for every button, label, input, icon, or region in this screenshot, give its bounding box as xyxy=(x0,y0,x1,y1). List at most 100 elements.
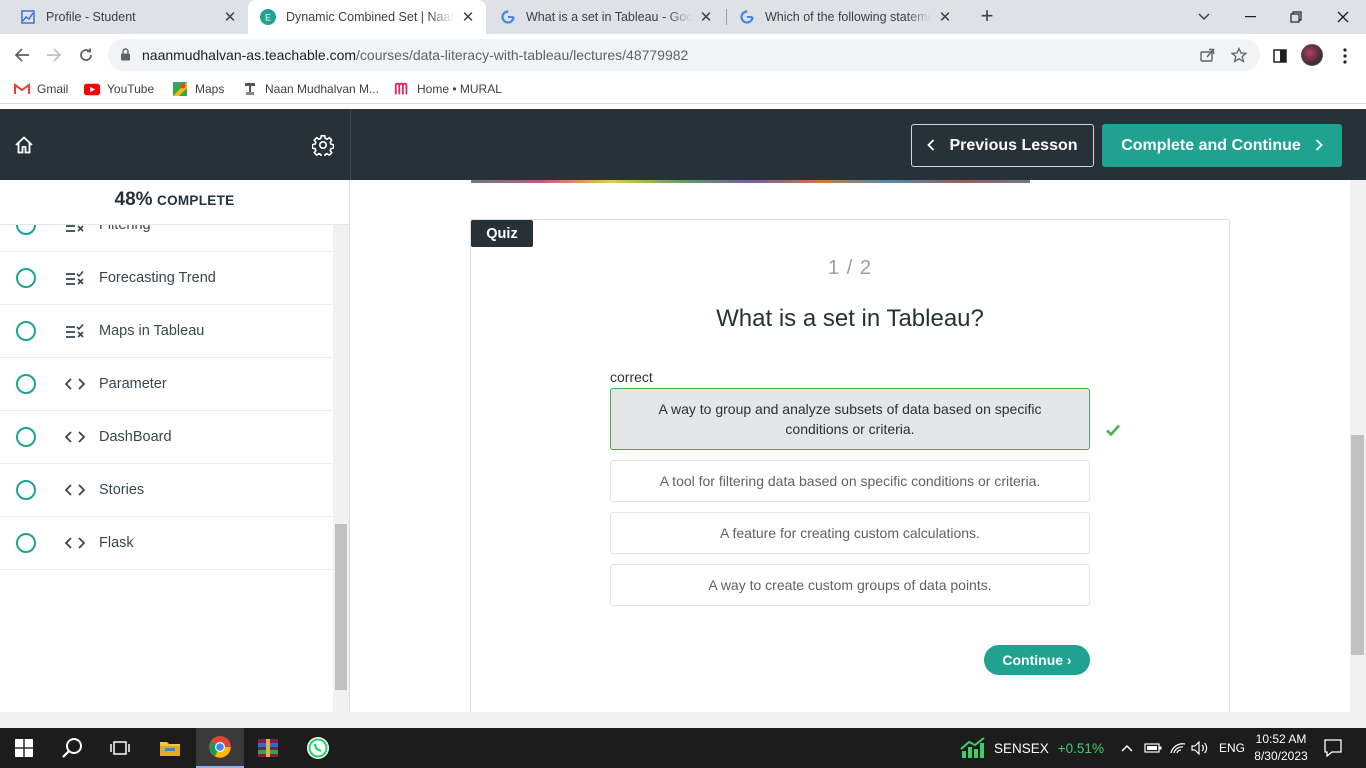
url-host: naanmudhalvan-as.teachable.com xyxy=(142,47,357,63)
whatsapp-icon[interactable] xyxy=(294,728,342,768)
quiz-tag: Quiz xyxy=(471,220,533,247)
answer-option-2[interactable]: A tool for filtering data based on speci… xyxy=(610,460,1090,502)
home-icon[interactable] xyxy=(12,133,36,157)
bookmark-naan-mudhalvan[interactable]: Naan Mudhalvan M... xyxy=(242,82,379,96)
tab-google-search[interactable]: What is a set in Tableau - Google Search… xyxy=(488,0,724,34)
lesson-status-circle-icon xyxy=(16,480,36,500)
lock-icon[interactable] xyxy=(120,48,131,66)
tab-which-statements[interactable]: Which of the following statements ✕ xyxy=(727,0,963,34)
continue-button[interactable]: Continue › xyxy=(984,645,1090,675)
lecture-image-edge xyxy=(471,180,1030,183)
sidebar-scrollbar-thumb[interactable] xyxy=(335,524,347,690)
input-language[interactable]: ENG xyxy=(1219,728,1245,768)
lesson-title: Flask xyxy=(99,535,134,551)
taskbar-clock[interactable]: 10:52 AM 8/30/2023 xyxy=(1248,731,1314,765)
bookmark-mural[interactable]: Home • MURAL xyxy=(394,82,502,96)
course-sidebar: 48% COMPLETE Filtering Forecasting Trend… xyxy=(0,180,350,712)
answer-option-4[interactable]: A way to create custom groups of data po… xyxy=(610,564,1090,606)
bookmarks-bar: Gmail YouTube Maps Naan Mudhalvan M... H… xyxy=(0,76,1366,104)
address-bar[interactable]: naanmudhalvan-as.teachable.com/courses/d… xyxy=(108,39,1260,71)
quiz-list-icon xyxy=(63,268,87,288)
tab-title: What is a set in Tableau - Google Search xyxy=(526,10,692,24)
task-view-icon[interactable] xyxy=(96,728,144,768)
side-panel-icon[interactable] xyxy=(1270,46,1290,66)
google-favicon-icon xyxy=(739,9,755,25)
code-icon xyxy=(63,533,87,553)
complete-and-continue-button[interactable]: Complete and Continue xyxy=(1102,124,1342,167)
horizontal-scrollbar[interactable] xyxy=(0,712,1366,728)
new-tab-button[interactable]: + xyxy=(976,5,998,27)
restore-window-icon[interactable] xyxy=(1273,0,1319,34)
course-progress: 48% COMPLETE xyxy=(0,180,349,225)
chrome-taskbar-icon[interactable] xyxy=(196,728,244,768)
close-tab-icon[interactable]: ✕ xyxy=(698,9,714,26)
code-icon xyxy=(63,374,87,394)
reload-icon[interactable] xyxy=(73,42,99,68)
bookmark-label: YouTube xyxy=(107,82,155,96)
gear-icon[interactable] xyxy=(311,133,335,157)
lesson-item-stories[interactable]: Stories xyxy=(0,464,333,517)
lesson-status-circle-icon xyxy=(16,427,36,447)
answer-option-3[interactable]: A feature for creating custom calculatio… xyxy=(610,512,1090,554)
chart-favicon-icon xyxy=(20,9,36,25)
tab-profile-student[interactable]: Profile - Student ✕ xyxy=(8,0,248,34)
forward-arrow-icon[interactable] xyxy=(41,42,67,68)
wifi-icon[interactable] xyxy=(1169,728,1187,768)
svg-text:E: E xyxy=(265,13,271,23)
lesson-item-parameter[interactable]: Parameter xyxy=(0,358,333,411)
battery-icon[interactable] xyxy=(1144,728,1162,768)
notifications-icon[interactable] xyxy=(1324,728,1342,768)
close-window-icon[interactable] xyxy=(1320,0,1366,34)
lesson-title: DashBoard xyxy=(99,429,172,445)
close-tab-icon[interactable]: ✕ xyxy=(222,9,238,26)
complete-and-continue-label: Complete and Continue xyxy=(1121,136,1301,154)
code-icon xyxy=(63,427,87,447)
bookmark-maps[interactable]: Maps xyxy=(172,82,224,96)
lesson-status-circle-icon xyxy=(16,374,36,394)
minimize-window-icon[interactable] xyxy=(1227,0,1273,34)
lesson-status-circle-icon xyxy=(16,321,36,341)
tab-dynamic-combined-set[interactable]: E Dynamic Combined Set | NaanMudhalvan ✕ xyxy=(248,0,486,34)
lesson-item-forecasting-trend[interactable]: Forecasting Trend xyxy=(0,252,333,305)
teachable-favicon-icon: E xyxy=(260,9,276,25)
tab-search-chevron-icon[interactable] xyxy=(1181,0,1227,34)
lesson-item-dashboard[interactable]: DashBoard xyxy=(0,411,333,464)
bookmark-label: Naan Mudhalvan M... xyxy=(265,82,380,96)
answer-result-label: correct xyxy=(610,369,653,385)
lesson-status-circle-icon xyxy=(16,268,36,288)
show-hidden-icons-chevron-icon[interactable] xyxy=(1121,728,1133,768)
bookmark-gmail[interactable]: Gmail xyxy=(14,82,68,96)
clock-time: 10:52 AM xyxy=(1255,732,1307,746)
google-favicon-icon xyxy=(500,9,516,25)
back-arrow-icon[interactable] xyxy=(9,42,35,68)
volume-icon[interactable] xyxy=(1191,728,1209,768)
file-explorer-icon[interactable] xyxy=(146,728,194,768)
mural-icon xyxy=(394,82,410,96)
search-icon[interactable] xyxy=(48,728,96,768)
close-tab-icon[interactable]: ✕ xyxy=(937,9,953,26)
answer-option-1[interactable]: A way to group and analyze subsets of da… xyxy=(610,388,1090,450)
profile-avatar[interactable] xyxy=(1301,44,1323,66)
lesson-title: Parameter xyxy=(99,376,167,392)
url-text: naanmudhalvan-as.teachable.com/courses/d… xyxy=(142,47,688,63)
close-tab-icon[interactable]: ✕ xyxy=(460,9,476,26)
sensex-widget[interactable]: SENSEX +0.51% xyxy=(960,728,1104,768)
previous-lesson-button[interactable]: Previous Lesson xyxy=(911,124,1094,167)
winrar-icon[interactable] xyxy=(244,728,292,768)
page-scrollbar-thumb[interactable] xyxy=(1351,435,1364,655)
previous-lesson-label: Previous Lesson xyxy=(949,136,1078,154)
lesson-title: Stories xyxy=(99,482,145,498)
lesson-item-maps-in-tableau[interactable]: Maps in Tableau xyxy=(0,305,333,358)
lesson-title: Maps in Tableau xyxy=(99,323,205,339)
sensex-change: +0.51% xyxy=(1057,740,1104,756)
windows-start-icon[interactable] xyxy=(0,728,48,768)
bookmark-youtube[interactable]: YouTube xyxy=(84,82,154,96)
kebab-menu-icon[interactable] xyxy=(1335,46,1355,66)
lesson-item-flask[interactable]: Flask xyxy=(0,517,333,570)
code-icon xyxy=(63,480,87,500)
sensex-label: SENSEX xyxy=(994,740,1049,756)
chevron-right-icon xyxy=(1315,138,1323,154)
bookmark-star-icon[interactable] xyxy=(1230,46,1248,64)
share-icon[interactable] xyxy=(1198,46,1216,64)
gmail-icon xyxy=(14,82,30,96)
